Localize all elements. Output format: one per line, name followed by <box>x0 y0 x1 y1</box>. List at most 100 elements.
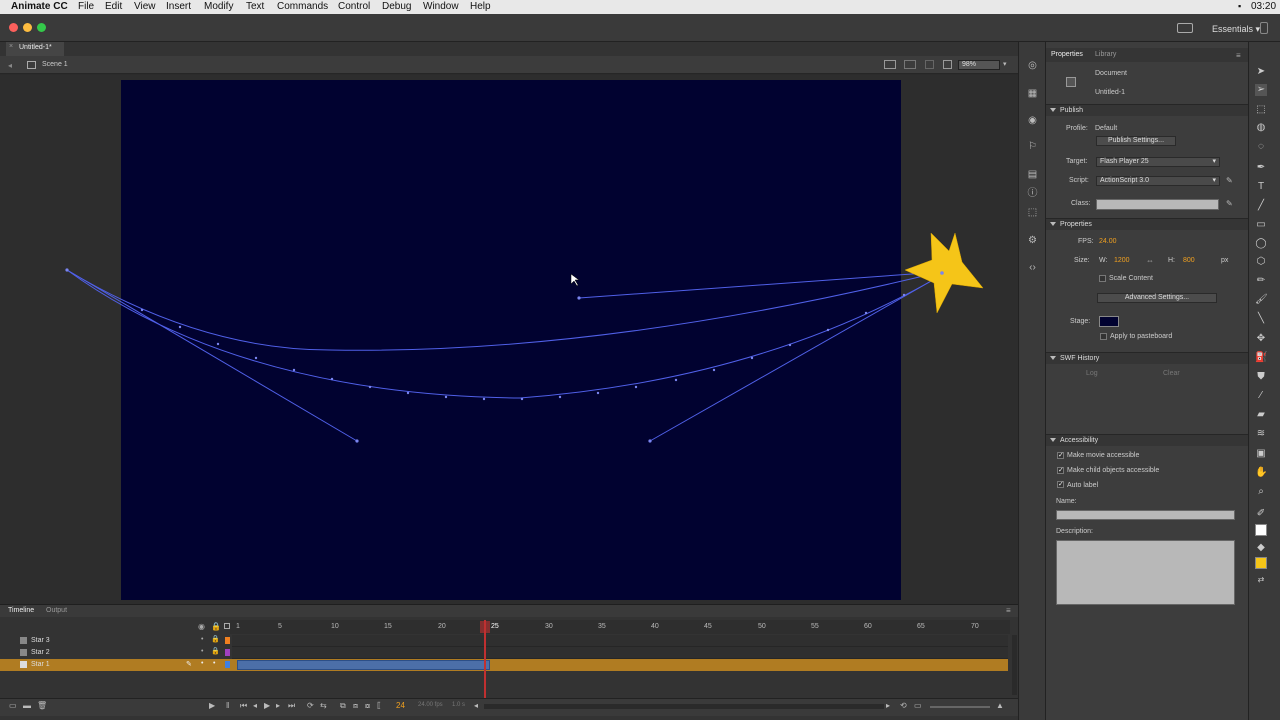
motion-path-2[interactable] <box>66 269 941 442</box>
components-panel-icon[interactable]: ⚙ <box>1027 235 1038 246</box>
swap-colors-icon[interactable]: ⇄ <box>1255 574 1267 586</box>
visibility-dot-icon[interactable]: • <box>201 648 203 655</box>
fill-color-swatch[interactable] <box>1255 557 1267 569</box>
zoom-tool-icon[interactable]: ⌕ <box>1255 486 1267 498</box>
layer-frames[interactable] <box>232 647 1008 659</box>
scale-content-checkbox[interactable] <box>1099 275 1106 282</box>
step-back-icon[interactable]: ◂ <box>253 701 257 710</box>
tab-library[interactable]: Library <box>1095 51 1116 58</box>
3d-rotation-tool-icon[interactable]: ◍ <box>1255 122 1267 134</box>
visibility-dot-icon[interactable]: • <box>201 660 203 667</box>
lock-dot-icon[interactable]: • <box>213 660 215 667</box>
paint-brush-tool-icon[interactable]: ╲ <box>1255 313 1267 325</box>
frame-ruler[interactable] <box>230 620 1010 634</box>
layer-row[interactable]: Star 3 • 🔒 <box>0 635 232 647</box>
motion-presets-icon[interactable]: ⚐ <box>1027 141 1038 152</box>
center-frame-icon[interactable]: ⇆ <box>320 701 327 710</box>
mountain-zoom-icon[interactable]: ▲ <box>996 701 1004 710</box>
show-all-layers-icon[interactable]: ◉ <box>198 622 205 631</box>
workspace-switcher[interactable]: Essentials ▾ <box>1212 24 1260 35</box>
width-value[interactable]: 1200 <box>1114 257 1130 264</box>
scroll-left-icon[interactable]: ◂ <box>474 701 478 710</box>
lock-icon[interactable]: 🔒 <box>211 647 220 655</box>
swf-history-section-header[interactable]: SWF History <box>1046 352 1248 364</box>
align-panel-icon[interactable]: ▤ <box>1027 169 1038 180</box>
timeline-horizontal-scrollbar[interactable] <box>484 704 884 709</box>
log-button[interactable]: Log <box>1086 370 1098 377</box>
make-movie-accessible-checkbox[interactable]: ✓ <box>1057 452 1064 459</box>
lasso-tool-icon[interactable]: ◌ <box>1255 141 1267 153</box>
accessibility-section-header[interactable]: Accessibility <box>1046 434 1248 446</box>
scroll-right-icon[interactable]: ▸ <box>886 701 890 710</box>
brush-tool-icon[interactable]: 🖌 <box>1255 294 1268 306</box>
info-panel-icon[interactable]: ⓘ <box>1027 188 1038 199</box>
notification-icon[interactable]: ▪ <box>1238 1 1241 11</box>
new-layer-icon[interactable]: ▭ <box>9 701 17 710</box>
modify-markers-icon[interactable]: ⟦ <box>377 701 381 710</box>
auto-label-checkbox[interactable]: ✓ <box>1057 481 1064 488</box>
tab-properties[interactable]: Properties <box>1051 51 1083 58</box>
properties-section-header[interactable]: Properties <box>1046 218 1248 230</box>
paint-bucket-tool-icon[interactable]: ⛽ <box>1255 352 1267 364</box>
bone-tool-icon[interactable]: ✥ <box>1255 333 1267 345</box>
fill-color-icon[interactable]: ◆ <box>1255 542 1267 554</box>
publish-settings-button[interactable]: Publish Settings... <box>1096 136 1176 146</box>
rectangle-tool-icon[interactable]: ▭ <box>1255 219 1267 231</box>
camera-layer-icon[interactable]: ▶ <box>209 701 215 710</box>
script-select[interactable]: ActionScript 3.0 ▾ <box>1096 176 1220 186</box>
path-anchor-points[interactable] <box>65 268 906 443</box>
star-shape[interactable] <box>904 232 984 314</box>
go-to-first-frame-icon[interactable]: ⏮ <box>240 701 247 711</box>
eyedropper-tool-icon[interactable]: ⁄ <box>1255 390 1267 402</box>
stroke-color-swatch[interactable] <box>1255 524 1267 536</box>
fps-readout[interactable]: 24.00 fps <box>418 702 443 708</box>
fit-frames-icon[interactable]: ⟲ <box>900 701 907 710</box>
frame-size-slider[interactable] <box>930 706 990 708</box>
layer-row[interactable]: Star 2 • 🔒 <box>0 647 232 659</box>
pen-tool-icon[interactable]: ✒ <box>1255 162 1267 174</box>
go-to-last-frame-icon[interactable]: ⏭ <box>288 701 295 711</box>
edit-multiple-frames-icon[interactable]: ⧇ <box>365 701 370 711</box>
subselection-tool-icon[interactable]: ➢ <box>1255 84 1267 96</box>
oval-tool-icon[interactable]: ◯ <box>1255 238 1267 250</box>
wrench-icon[interactable]: ✎ <box>1226 176 1233 185</box>
play-icon[interactable]: ▶ <box>264 701 270 710</box>
apply-pasteboard-checkbox[interactable] <box>1100 333 1107 340</box>
camera-tool-icon[interactable]: ▣ <box>1255 448 1267 460</box>
pencil-tool-icon[interactable]: ✏ <box>1255 275 1267 287</box>
layer-color-swatch[interactable] <box>225 637 230 644</box>
swatches-panel-icon[interactable]: ◉ <box>1027 115 1038 126</box>
transform-panel-icon[interactable]: ⬚ <box>1027 207 1038 218</box>
layer-color-swatch[interactable] <box>225 649 230 656</box>
class-input[interactable] <box>1096 199 1219 210</box>
name-input[interactable] <box>1056 510 1235 520</box>
loop-icon[interactable]: ⟳ <box>307 701 314 710</box>
visibility-dot-icon[interactable]: • <box>201 636 203 643</box>
polystar-tool-icon[interactable]: ⬡ <box>1255 256 1267 268</box>
motion-tween-span[interactable] <box>237 660 490 670</box>
library-panel-icon[interactable]: ▦ <box>1027 88 1038 99</box>
search-help-icon[interactable] <box>1260 22 1268 34</box>
pin-icon[interactable]: ‖ <box>226 701 229 710</box>
stage-color-swatch[interactable] <box>1099 316 1119 327</box>
clear-button[interactable]: Clear <box>1163 370 1180 377</box>
sync-settings-icon[interactable] <box>1177 23 1193 33</box>
line-tool-icon[interactable]: ╱ <box>1255 200 1267 212</box>
edit-class-icon[interactable]: ✎ <box>1226 199 1233 208</box>
onion-skin-icon[interactable]: ⧉ <box>340 701 346 711</box>
code-snippets-icon[interactable]: ‹› <box>1027 262 1038 273</box>
playhead-handle[interactable] <box>480 621 490 633</box>
ink-bottle-tool-icon[interactable]: ⛊ <box>1255 371 1267 383</box>
delete-layer-icon[interactable]: 🗑 <box>37 701 47 710</box>
layer-row-selected[interactable]: Star 1 ✎ • • <box>0 659 232 671</box>
eraser-tool-icon[interactable]: ▰ <box>1255 409 1267 421</box>
link-icon[interactable]: ⇔ <box>1146 256 1154 265</box>
panel-menu-icon[interactable]: ≡ <box>1236 51 1241 60</box>
stroke-color-icon[interactable]: ✐ <box>1255 508 1267 520</box>
publish-section-header[interactable]: Publish <box>1046 104 1248 116</box>
fps-value[interactable]: 24.00 <box>1099 238 1117 245</box>
step-forward-icon[interactable]: ▸ <box>276 701 280 710</box>
timeline-vertical-scrollbar[interactable] <box>1012 635 1017 695</box>
layer-frames[interactable] <box>232 635 1008 647</box>
text-tool-icon[interactable]: T <box>1255 181 1267 193</box>
